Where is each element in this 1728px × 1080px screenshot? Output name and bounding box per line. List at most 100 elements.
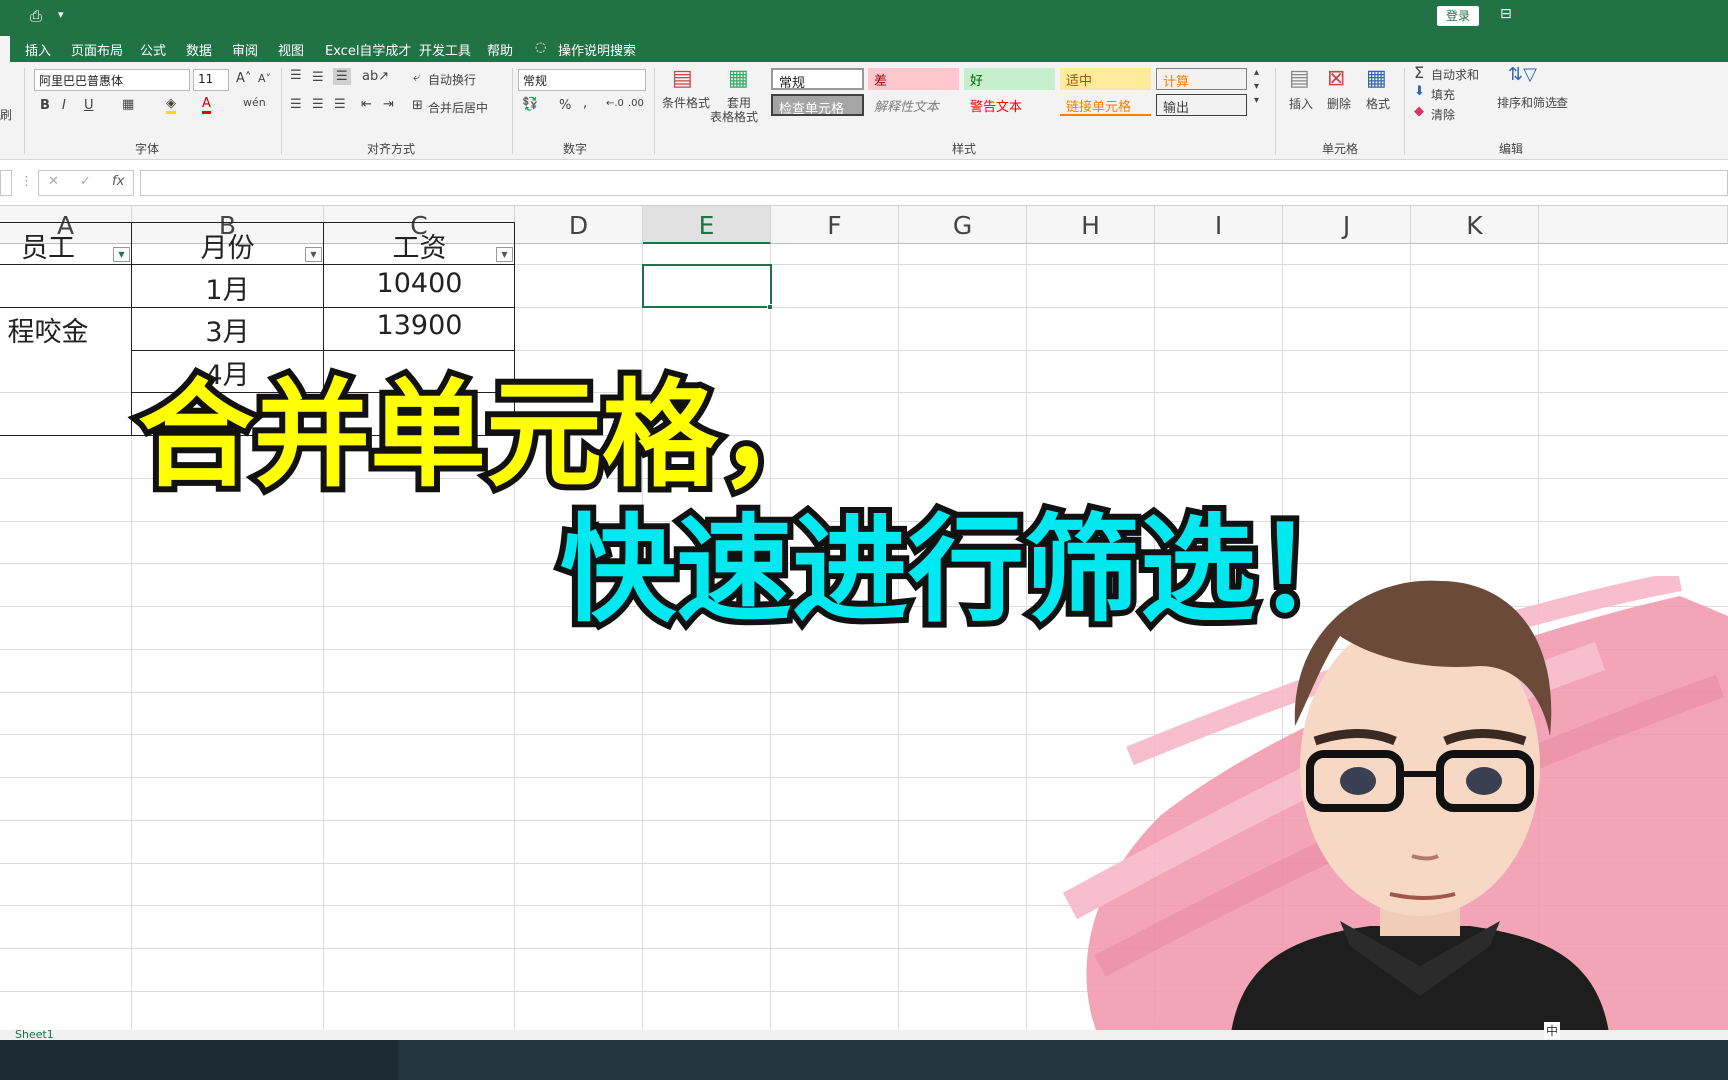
- tab-page-layout[interactable]: 页面布局: [71, 40, 123, 59]
- print-preview-icon[interactable]: ⎙: [30, 7, 42, 25]
- style-bad[interactable]: 差: [868, 68, 959, 90]
- column-header-h[interactable]: H: [1027, 206, 1155, 244]
- border-icon[interactable]: ▦: [122, 97, 134, 112]
- font-color-icon[interactable]: A: [202, 96, 211, 114]
- conditional-format-icon[interactable]: ▤: [672, 66, 693, 91]
- align-left-icon[interactable]: ☰: [290, 97, 302, 112]
- fill-button[interactable]: 填充: [1431, 86, 1455, 103]
- tab-view[interactable]: 视图: [278, 40, 304, 59]
- sort-filter-button[interactable]: 排序和筛选: [1497, 94, 1557, 111]
- phonetic-icon[interactable]: wén: [243, 96, 266, 109]
- style-output[interactable]: 输出: [1156, 94, 1247, 116]
- header-employee[interactable]: 员工: [0, 226, 96, 265]
- style-check-cell[interactable]: 检查单元格: [771, 94, 864, 116]
- style-linked-cell[interactable]: 链接单元格: [1060, 94, 1151, 116]
- percent-icon[interactable]: %: [559, 98, 571, 113]
- column-header-f[interactable]: F: [771, 206, 899, 244]
- salary-cell-1[interactable]: 10400: [324, 268, 515, 299]
- style-neutral[interactable]: 适中: [1060, 68, 1151, 90]
- clear-button[interactable]: 清除: [1431, 106, 1455, 123]
- fill-icon[interactable]: ⬇: [1414, 84, 1425, 99]
- format-cells-icon[interactable]: ▦: [1366, 66, 1387, 91]
- worksheet-grid[interactable]: A B C D E F G H I J K 员工 ▼ 月份 ▼ 工资 ▼ 程咬金…: [0, 206, 1728, 1040]
- quick-access-more[interactable]: ▾: [58, 8, 64, 21]
- insert-cells-button[interactable]: 插入: [1289, 95, 1313, 112]
- salary-cell-2[interactable]: 13900: [324, 310, 515, 341]
- fill-handle[interactable]: [767, 304, 773, 310]
- increase-font-icon[interactable]: A˄: [236, 71, 251, 86]
- orientation-icon[interactable]: ab↗: [362, 69, 389, 84]
- name-box[interactable]: [0, 170, 12, 196]
- cancel-icon[interactable]: ✕: [48, 174, 59, 189]
- wrap-text-icon[interactable]: ⤶: [413, 70, 420, 85]
- delete-cells-icon[interactable]: ⊠: [1327, 66, 1345, 91]
- header-month[interactable]: 月份: [132, 226, 323, 265]
- filter-dropdown-employee[interactable]: ▼: [113, 247, 130, 262]
- increase-decimal-icon[interactable]: ←.0: [606, 98, 624, 109]
- style-normal[interactable]: 常规: [771, 68, 864, 90]
- column-header-i[interactable]: I: [1155, 206, 1283, 244]
- decrease-indent-icon[interactable]: ⇤: [361, 97, 372, 112]
- formula-input[interactable]: [140, 170, 1728, 196]
- font-name-select[interactable]: 阿里巴巴普惠体: [34, 69, 190, 91]
- column-header-d[interactable]: D: [515, 206, 643, 244]
- column-header-e[interactable]: E: [643, 206, 771, 244]
- align-center-icon[interactable]: ☰: [312, 97, 324, 112]
- ribbon-display-icon[interactable]: ⊟: [1500, 6, 1512, 22]
- format-painter-label[interactable]: 刷: [0, 106, 12, 123]
- column-header-g[interactable]: G: [899, 206, 1027, 244]
- table-format-icon[interactable]: ▦: [728, 66, 749, 91]
- conditional-format-button[interactable]: 条件格式: [662, 94, 710, 111]
- tab-review[interactable]: 审阅: [232, 40, 258, 59]
- tab-data[interactable]: 数据: [186, 40, 212, 59]
- column-header-j[interactable]: J: [1283, 206, 1411, 244]
- column-header-l[interactable]: [1539, 206, 1728, 244]
- top-align-icon[interactable]: ☰: [290, 68, 302, 83]
- tab-insert[interactable]: 插入: [25, 40, 51, 59]
- ime-indicator[interactable]: 中: [1544, 1022, 1561, 1039]
- autosum-icon[interactable]: Σ: [1414, 63, 1424, 82]
- comma-icon[interactable]: ,: [583, 96, 587, 111]
- style-good[interactable]: 好: [964, 68, 1055, 90]
- clear-icon[interactable]: ◆: [1414, 104, 1424, 119]
- middle-align-icon[interactable]: ☰: [312, 70, 324, 85]
- styles-scroll-icon[interactable]: ▴ ▾ ▾: [1254, 66, 1259, 108]
- fill-color-icon[interactable]: ◈: [166, 96, 176, 114]
- accounting-icon[interactable]: 💱: [522, 97, 538, 112]
- style-calculation[interactable]: 计算: [1156, 68, 1247, 90]
- decrease-decimal-icon[interactable]: .00: [628, 98, 644, 109]
- merge-center-icon[interactable]: ⊞: [412, 98, 423, 113]
- month-cell-1[interactable]: 1月: [132, 268, 323, 307]
- tab-developer[interactable]: 开发工具: [419, 40, 471, 59]
- insert-function-icon[interactable]: fx: [112, 174, 124, 189]
- merged-employee-cell[interactable]: 程咬金: [0, 310, 96, 349]
- style-explanatory[interactable]: 解释性文本: [868, 94, 959, 116]
- format-cells-button[interactable]: 格式: [1366, 95, 1390, 112]
- file-tab-edge[interactable]: [0, 36, 10, 62]
- insert-cells-icon[interactable]: ▤: [1289, 66, 1310, 91]
- bottom-align-icon[interactable]: ☰: [333, 68, 351, 85]
- autosum-button[interactable]: 自动求和: [1431, 66, 1479, 83]
- tab-formulas[interactable]: 公式: [140, 40, 166, 59]
- tab-excel-learning[interactable]: Excel自学成才: [325, 40, 411, 59]
- merge-center-button[interactable]: 合并后居中: [428, 99, 488, 116]
- sort-filter-icon[interactable]: ⇅▽: [1508, 64, 1537, 85]
- active-cell-selection[interactable]: [642, 264, 772, 308]
- column-header-k[interactable]: K: [1411, 206, 1539, 244]
- decrease-font-icon[interactable]: A˅: [258, 72, 271, 85]
- tab-help[interactable]: 帮助: [487, 40, 513, 59]
- tell-me-search[interactable]: 操作说明搜索: [558, 40, 636, 59]
- filter-dropdown-salary[interactable]: ▼: [496, 247, 513, 262]
- style-warning[interactable]: 警告文本: [964, 94, 1055, 116]
- filter-dropdown-month[interactable]: ▼: [305, 247, 322, 262]
- delete-cells-button[interactable]: 删除: [1327, 95, 1351, 112]
- table-format-button-line2[interactable]: 表格格式: [710, 108, 758, 125]
- wrap-text-button[interactable]: 自动换行: [428, 71, 476, 88]
- increase-indent-icon[interactable]: ⇥: [383, 97, 394, 112]
- number-format-select[interactable]: 常规: [518, 69, 646, 91]
- login-button[interactable]: 登录: [1437, 6, 1479, 26]
- header-salary[interactable]: 工资: [324, 226, 515, 265]
- bold-icon[interactable]: B: [40, 98, 50, 113]
- enter-icon[interactable]: ✓: [80, 174, 91, 189]
- align-right-icon[interactable]: ☰: [334, 97, 346, 112]
